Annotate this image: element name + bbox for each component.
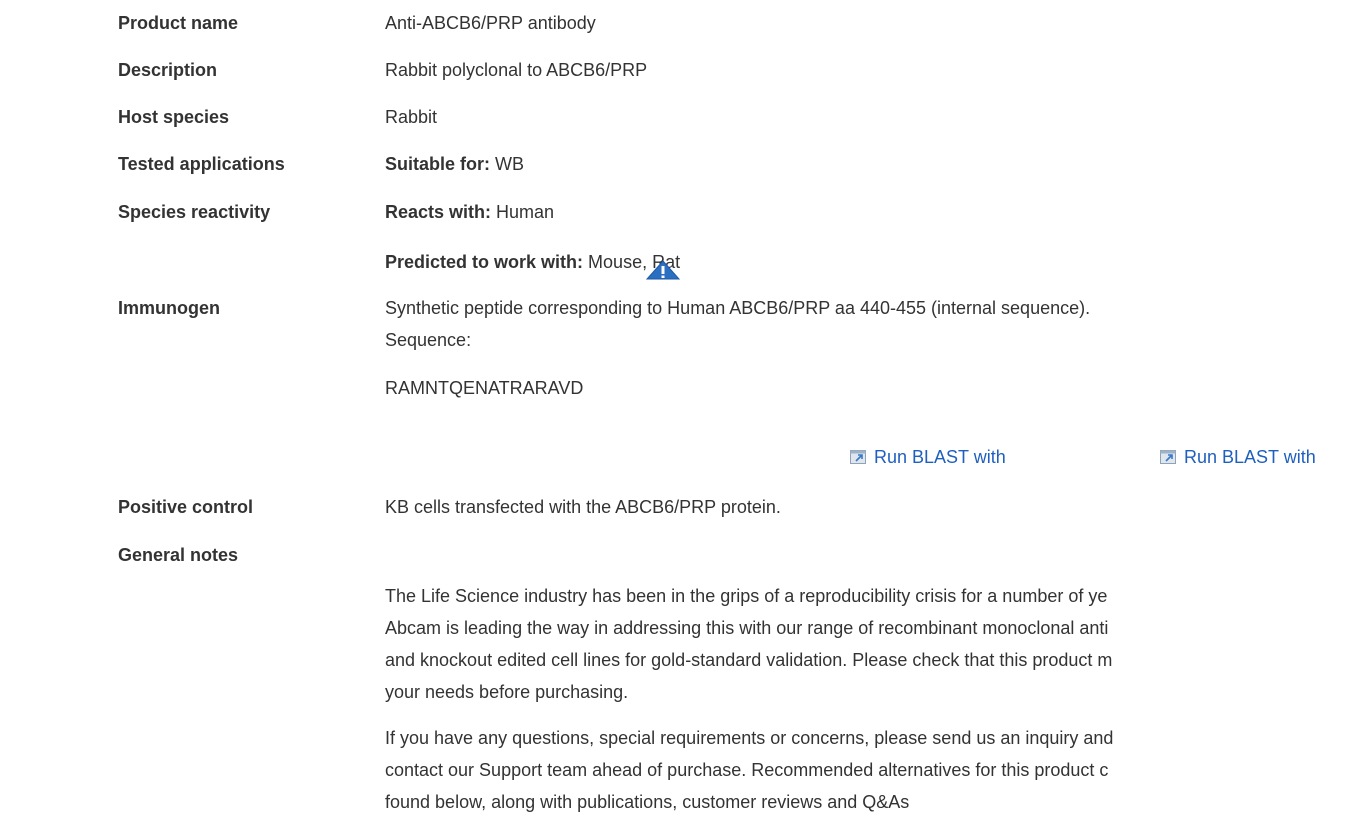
general-notes-paragraph-2: If you have any questions, special requi… <box>385 722 1113 818</box>
general-notes-paragraph-1: The Life Science industry has been in th… <box>385 580 1112 708</box>
value-immunogen-line1: Synthetic peptide corresponding to Human… <box>385 298 1091 318</box>
value-reacts-with: Reacts with: Human <box>385 202 554 223</box>
run-blast-label-2: Run BLAST with <box>1184 447 1316 467</box>
value-product-name: Anti-ABCB6/PRP antibody <box>385 13 596 33</box>
value-predicted-to-work-with: Predicted to work with: Mouse, Rat <box>385 252 680 273</box>
notes-line: If you have any questions, special requi… <box>385 728 1114 748</box>
label-immunogen: Immunogen <box>118 298 220 318</box>
label-product-name: Product name <box>118 13 239 33</box>
suitable-for-prefix: Suitable for: <box>385 154 491 174</box>
external-window-icon <box>1160 450 1176 464</box>
warning-triangle-icon[interactable] <box>646 260 680 280</box>
label-positive-control: Positive control <box>118 497 254 517</box>
value-host-species: Rabbit <box>385 107 438 127</box>
notes-line: found below, along with publications, cu… <box>385 792 910 812</box>
label-tested-applications: Tested applications <box>118 154 285 174</box>
run-blast-link-1[interactable]: Run BLAST with <box>850 447 1006 468</box>
notes-line: The Life Science industry has been in th… <box>385 586 1108 606</box>
notes-line: and knockout edited cell lines for gold-… <box>385 650 1113 670</box>
predicted-prefix: Predicted to work with: <box>385 252 584 272</box>
label-species-reactivity: Species reactivity <box>118 202 271 222</box>
reacts-with-value: Human <box>496 202 555 222</box>
notes-line: contact our Support team ahead of purcha… <box>385 760 1109 780</box>
suitable-for-value: WB <box>495 154 525 174</box>
reacts-with-prefix: Reacts with: <box>385 202 492 222</box>
value-sequence: RAMNTQENATRARAVD <box>385 378 584 398</box>
value-positive-control: KB cells transfected with the ABCB6/PRP … <box>385 497 781 517</box>
external-window-icon <box>850 450 866 464</box>
run-blast-label-1: Run BLAST with <box>874 447 1006 467</box>
notes-line: your needs before purchasing. <box>385 682 629 702</box>
value-tested-applications: Suitable for: WB <box>385 154 524 175</box>
notes-line: Abcam is leading the way in addressing t… <box>385 618 1109 638</box>
label-description: Description <box>118 60 218 80</box>
value-description: Rabbit polyclonal to ABCB6/PRP <box>385 60 648 80</box>
label-host-species: Host species <box>118 107 230 127</box>
label-general-notes: General notes <box>118 545 239 565</box>
run-blast-link-2[interactable]: Run BLAST with <box>1160 447 1316 468</box>
value-immunogen-line2: Sequence: <box>385 330 472 350</box>
